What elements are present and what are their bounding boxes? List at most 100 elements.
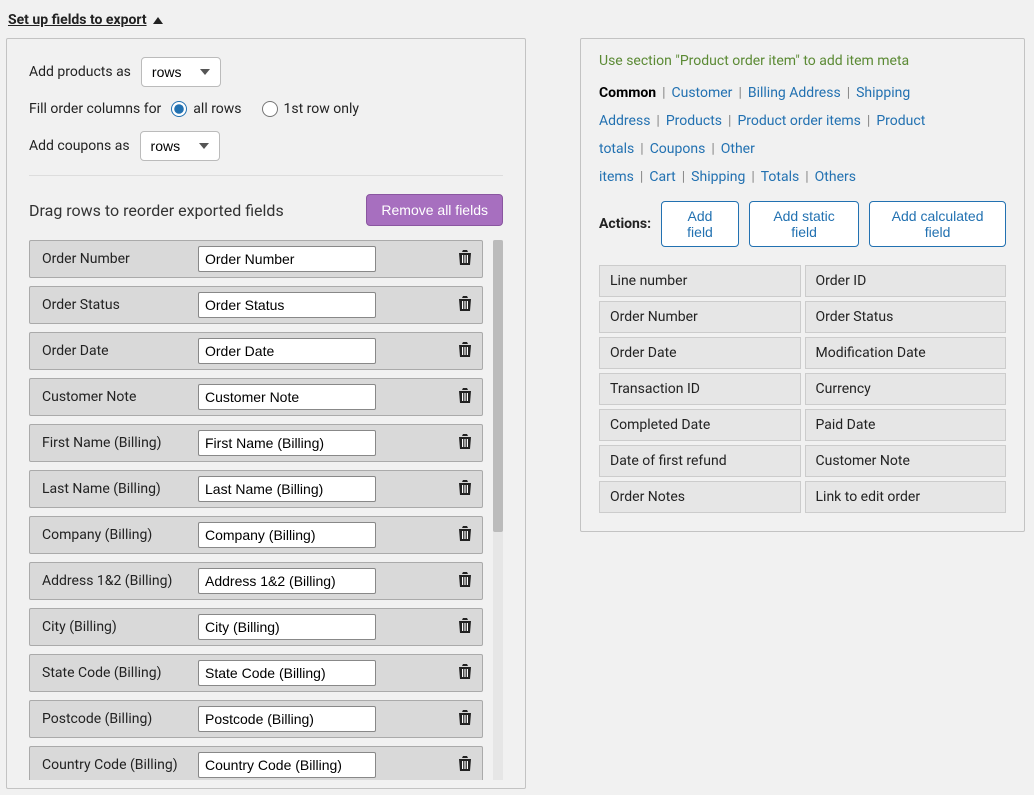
available-field-item[interactable]: Line number (599, 265, 801, 297)
trash-icon[interactable] (458, 342, 474, 360)
field-row[interactable]: First Name (Billing) (29, 424, 483, 462)
hint-text: Use section "Product order item" to add … (599, 53, 1006, 69)
available-field-item[interactable]: Completed Date (599, 409, 801, 441)
trash-icon[interactable] (458, 388, 474, 406)
field-row[interactable]: Address 1&2 (Billing) (29, 562, 483, 600)
tab-customer[interactable]: Customer (672, 85, 733, 101)
field-row[interactable]: Order Number (29, 240, 483, 278)
field-list: Order Number Order Status Order Date Custom… (29, 240, 503, 780)
separator: | (841, 85, 856, 101)
separator: | (745, 169, 760, 185)
add-static-field-button[interactable]: Add static field (749, 201, 859, 247)
field-label: Last Name (Billing) (42, 481, 198, 497)
trash-icon[interactable] (458, 664, 474, 682)
field-label: City (Billing) (42, 619, 198, 635)
field-row[interactable]: Customer Note (29, 378, 483, 416)
tab-common[interactable]: Common (599, 85, 656, 101)
field-row[interactable]: State Code (Billing) (29, 654, 483, 692)
field-name-input[interactable] (198, 476, 376, 502)
tab-product-order-items[interactable]: Product order items (737, 113, 860, 129)
actions-label: Actions: (599, 216, 651, 232)
add-calculated-field-button[interactable]: Add calculated field (869, 201, 1006, 247)
tab-others[interactable]: Others (815, 169, 856, 185)
divider (29, 175, 503, 176)
field-row[interactable]: Order Date (29, 332, 483, 370)
available-field-item[interactable]: Customer Note (805, 445, 1007, 477)
separator: | (799, 169, 814, 185)
available-field-item[interactable]: Currency (805, 373, 1007, 405)
available-field-item[interactable]: Modification Date (805, 337, 1007, 369)
remove-all-fields-button[interactable]: Remove all fields (366, 194, 503, 226)
field-name-input[interactable] (198, 246, 376, 272)
trash-icon[interactable] (458, 526, 474, 544)
field-label: Country Code (Billing) (42, 757, 198, 773)
tab-products[interactable]: Products (666, 113, 722, 129)
field-name-input[interactable] (198, 430, 376, 456)
tab-totals[interactable]: Totals (761, 169, 800, 185)
field-row[interactable]: Postcode (Billing) (29, 700, 483, 738)
field-label: Company (Billing) (42, 527, 198, 543)
fill-all-rows-label: all rows (193, 101, 241, 117)
fields-config-panel: Add products as rows Fill order columns … (6, 38, 526, 789)
separator: | (732, 85, 747, 101)
field-name-input[interactable] (198, 522, 376, 548)
trash-icon[interactable] (458, 572, 474, 590)
trash-icon[interactable] (458, 480, 474, 498)
field-label: Order Status (42, 297, 198, 313)
field-name-input[interactable] (198, 752, 376, 778)
available-field-item[interactable]: Link to edit order (805, 481, 1007, 513)
field-name-input[interactable] (198, 292, 376, 318)
trash-icon[interactable] (458, 710, 474, 728)
trash-icon[interactable] (458, 250, 474, 268)
available-field-item[interactable]: Date of first refund (599, 445, 801, 477)
toggle-fields-section[interactable]: Set up fields to export (8, 12, 163, 28)
separator: | (705, 141, 720, 157)
toggle-label: Set up fields to export (8, 12, 147, 28)
field-name-input[interactable] (198, 568, 376, 594)
field-row[interactable]: Last Name (Billing) (29, 470, 483, 508)
tab-billing-address[interactable]: Billing Address (748, 85, 841, 101)
drag-rows-title: Drag rows to reorder exported fields (29, 201, 284, 220)
trash-icon[interactable] (458, 618, 474, 636)
available-field-item[interactable]: Order ID (805, 265, 1007, 297)
add-coupons-select[interactable]: rows (140, 131, 220, 161)
add-field-button[interactable]: Add field (661, 201, 739, 247)
field-name-input[interactable] (198, 614, 376, 640)
available-fields-panel: Use section "Product order item" to add … (580, 38, 1025, 532)
fill-columns-label: Fill order columns for (29, 101, 161, 117)
available-field-item[interactable]: Order Number (599, 301, 801, 333)
scrollbar[interactable] (493, 240, 503, 780)
field-label: State Code (Billing) (42, 665, 198, 681)
tab-coupons[interactable]: Coupons (650, 141, 706, 157)
available-field-item[interactable]: Paid Date (805, 409, 1007, 441)
available-field-item[interactable]: Order Date (599, 337, 801, 369)
add-coupons-label: Add coupons as (29, 138, 130, 154)
field-row[interactable]: Company (Billing) (29, 516, 483, 554)
field-label: Order Date (42, 343, 198, 359)
field-row[interactable]: Order Status (29, 286, 483, 324)
field-name-input[interactable] (198, 384, 376, 410)
trash-icon[interactable] (458, 756, 474, 774)
available-field-item[interactable]: Order Status (805, 301, 1007, 333)
fill-first-row-label: 1st row only (284, 101, 359, 117)
add-products-select[interactable]: rows (141, 57, 221, 87)
separator: | (650, 113, 665, 129)
separator: | (722, 113, 737, 129)
separator: | (656, 85, 671, 101)
field-row[interactable]: City (Billing) (29, 608, 483, 646)
field-name-input[interactable] (198, 706, 376, 732)
separator: | (634, 141, 649, 157)
field-name-input[interactable] (198, 660, 376, 686)
fill-all-rows-radio[interactable] (171, 101, 187, 117)
field-name-input[interactable] (198, 338, 376, 364)
tab-shipping[interactable]: Shipping (691, 169, 745, 185)
field-row[interactable]: Country Code (Billing) (29, 746, 483, 780)
scrollbar-thumb[interactable] (493, 240, 503, 532)
trash-icon[interactable] (458, 434, 474, 452)
fill-first-row-radio[interactable] (262, 101, 278, 117)
add-products-label: Add products as (29, 64, 131, 80)
available-field-item[interactable]: Order Notes (599, 481, 801, 513)
tab-cart[interactable]: Cart (649, 169, 675, 185)
available-field-item[interactable]: Transaction ID (599, 373, 801, 405)
trash-icon[interactable] (458, 296, 474, 314)
